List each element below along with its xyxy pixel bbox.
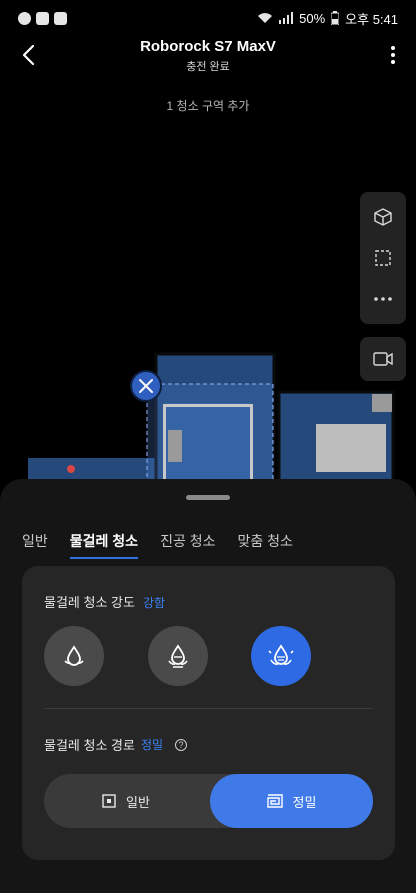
ellipsis-icon — [374, 297, 392, 302]
mop-route-selector: 일반 정밀 — [44, 774, 373, 828]
divider — [44, 708, 373, 709]
video-button[interactable] — [360, 337, 406, 381]
mop-intensity-value: 강함 — [142, 596, 166, 610]
tab-mopping[interactable]: 물걸레 청소 — [69, 531, 139, 559]
mop-settings-card: 물걸레 청소 강도 강함 물걸레 청소 경로 정밀 ? 일반 정밀 — [22, 566, 395, 860]
intensity-high-button[interactable] — [251, 626, 311, 686]
water-drop-medium-icon — [168, 644, 188, 668]
mop-route-value: 정밀 — [140, 738, 164, 752]
battery-icon — [331, 11, 340, 25]
mop-intensity-row: 물걸레 청소 강도 강함 — [44, 592, 165, 611]
robot-marker-icon — [67, 465, 75, 473]
more-tools-button[interactable] — [367, 283, 399, 315]
mop-route-label: 물걸레 청소 경로 — [44, 738, 135, 753]
more-options-button[interactable] — [386, 42, 400, 68]
route-standard-label: 일반 — [126, 794, 150, 810]
intensity-medium-button[interactable] — [148, 626, 208, 686]
help-icon[interactable]: ? — [175, 738, 188, 751]
tab-custom[interactable]: 맞춤 청소 — [237, 531, 292, 559]
app-header: Roborock S7 MaxV 충전 완료 — [0, 36, 416, 76]
message-notification-icon — [54, 11, 67, 25]
more-dot-icon — [391, 60, 395, 64]
device-title: Roborock S7 MaxV — [140, 38, 276, 55]
intensity-low-button[interactable] — [44, 626, 104, 686]
battery-percent: 50% — [299, 10, 326, 26]
map-tools — [360, 192, 406, 324]
zone-select-button[interactable] — [367, 242, 399, 274]
route-standard-button[interactable]: 일반 — [44, 774, 208, 828]
cube-icon — [374, 207, 392, 226]
notification-icons — [18, 11, 67, 25]
water-drop-low-icon — [64, 645, 84, 666]
settings-sheet: 일반 물걸레 청소 진공 청소 맞춤 청소 물걸레 청소 강도 강함 물걸레 청… — [0, 479, 416, 893]
gallery-notification-icon — [36, 11, 49, 25]
deep-route-icon — [266, 794, 283, 808]
status-bar: 50% 오후 5:41 — [0, 0, 416, 36]
standard-route-icon — [102, 794, 116, 808]
chat-notification-icon — [18, 11, 31, 25]
wifi-icon — [258, 13, 273, 23]
mop-route-row: 물걸레 청소 경로 정밀 ? — [44, 735, 188, 754]
mode-tabs: 일반 물걸레 청소 진공 청소 맞춤 청소 — [22, 531, 293, 559]
mop-intensity-label: 물걸레 청소 강도 — [44, 595, 135, 610]
signal-icon — [279, 12, 294, 24]
video-camera-icon — [373, 352, 393, 366]
route-deep-label: 정밀 — [292, 794, 317, 810]
3d-view-button[interactable] — [367, 201, 399, 233]
sheet-handle[interactable] — [186, 495, 230, 500]
cleaning-map[interactable] — [0, 120, 416, 490]
more-dot-icon — [391, 46, 395, 50]
route-deep-button[interactable]: 정밀 — [210, 774, 373, 828]
remove-zone-button[interactable] — [130, 370, 162, 402]
tab-general[interactable]: 일반 — [22, 531, 48, 559]
device-status: 충전 완료 — [186, 61, 230, 73]
water-drop-high-icon — [268, 644, 294, 665]
zone-hint: 1 청소 구역 추가 — [166, 99, 250, 113]
clock: 오후 5:41 — [345, 11, 398, 27]
dashed-square-icon — [375, 250, 391, 266]
tab-vacuum[interactable]: 진공 청소 — [160, 531, 215, 559]
more-dot-icon — [391, 53, 395, 57]
